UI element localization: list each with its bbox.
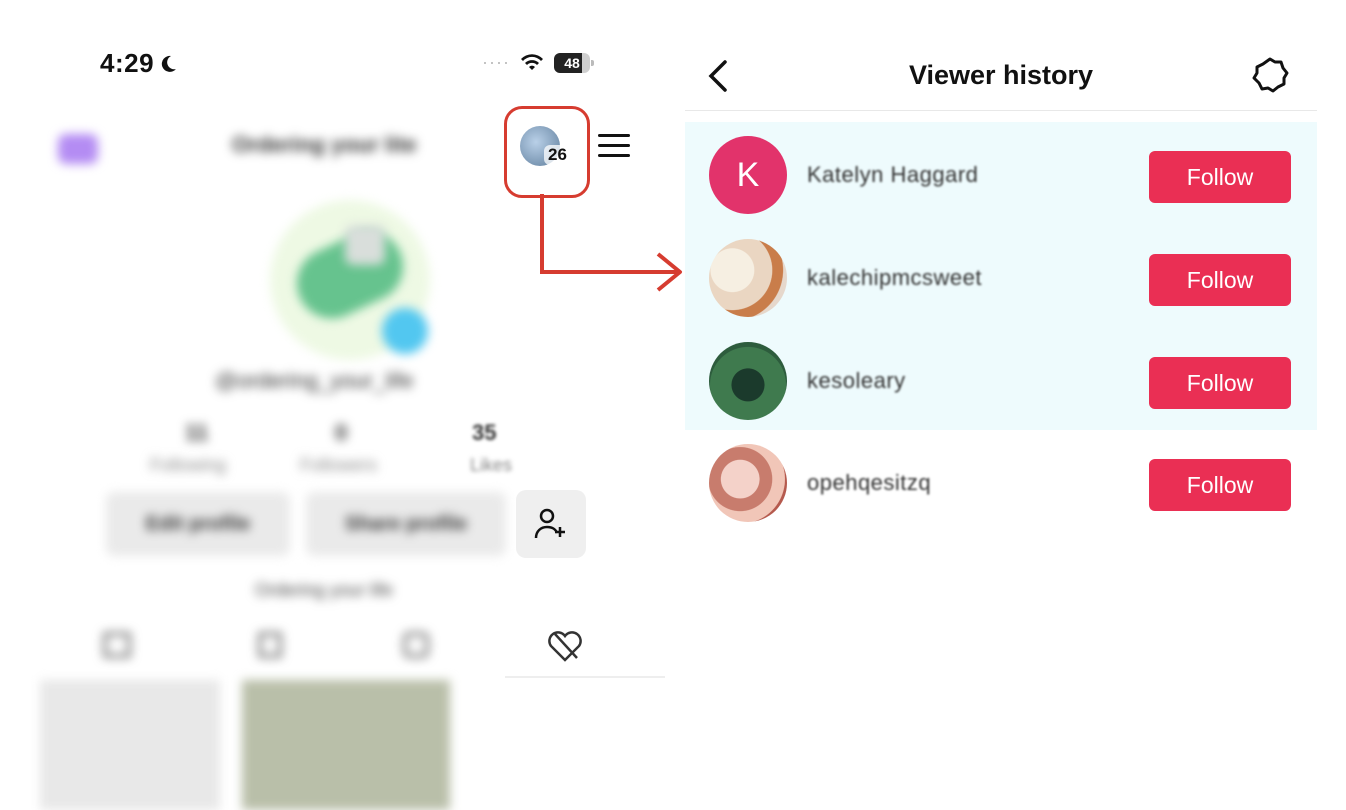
viewer-row[interactable]: kesoleary Follow bbox=[685, 330, 1317, 430]
add-friend-button[interactable] bbox=[516, 490, 586, 558]
annotation-arrow-icon bbox=[540, 194, 682, 292]
avatar[interactable] bbox=[709, 239, 787, 317]
follow-button[interactable]: Follow bbox=[1149, 459, 1291, 511]
status-right: ···· 48 bbox=[482, 52, 594, 73]
menu-icon[interactable] bbox=[598, 134, 630, 160]
viewer-username[interactable]: kesoleary bbox=[807, 368, 906, 394]
tab-divider bbox=[505, 676, 665, 678]
viewer-username[interactable]: opehqesitzq bbox=[807, 470, 931, 496]
clock-text: 4:29 bbox=[100, 48, 155, 78]
viewer-row[interactable]: opehqesitzq Follow bbox=[685, 432, 1317, 532]
avatar-letter: K bbox=[709, 136, 787, 214]
viewer-username[interactable]: kalechipmcsweet bbox=[807, 265, 982, 291]
add-person-icon bbox=[534, 508, 565, 539]
wifi-icon bbox=[520, 53, 543, 70]
stat-following-num: 11 bbox=[185, 420, 209, 445]
stat-following-label: Following bbox=[150, 455, 227, 475]
avatar[interactable] bbox=[709, 444, 787, 522]
viewer-history-header: Viewer history bbox=[685, 40, 1317, 111]
stat-likes-num: 35 bbox=[472, 420, 497, 445]
stat-followers-label: Followers bbox=[300, 455, 378, 475]
profile-title: Ordering your lite bbox=[232, 132, 417, 157]
gear-icon[interactable] bbox=[1251, 56, 1289, 94]
app-logo bbox=[58, 134, 98, 164]
video-thumbnail[interactable] bbox=[40, 680, 220, 810]
stat-likes-label: Likes bbox=[470, 455, 513, 475]
avatar[interactable]: K bbox=[709, 136, 787, 214]
add-story-icon[interactable] bbox=[382, 308, 428, 354]
follow-button[interactable]: Follow bbox=[1149, 254, 1291, 306]
page-title: Viewer history bbox=[908, 60, 1094, 90]
status-time: 4:29 bbox=[100, 48, 178, 79]
avatar[interactable] bbox=[709, 342, 787, 420]
battery-level: 48 bbox=[564, 54, 580, 71]
moon-icon bbox=[161, 55, 177, 72]
liked-videos-icon[interactable] bbox=[545, 628, 585, 664]
profile-handle: @ordering_your_life bbox=[215, 368, 414, 393]
profile-tabs-icons[interactable] bbox=[100, 630, 460, 660]
share-profile-button[interactable]: Share profile bbox=[306, 492, 506, 556]
follow-button[interactable]: Follow bbox=[1149, 357, 1291, 409]
video-thumbnail[interactable] bbox=[242, 680, 450, 810]
viewer-row[interactable]: kalechipmcsweet Follow bbox=[685, 227, 1317, 327]
viewer-row[interactable]: K Katelyn Haggard Follow bbox=[685, 124, 1317, 224]
profile-bio: Ordering your life bbox=[255, 580, 394, 600]
stat-followers-num: 0 bbox=[335, 420, 348, 445]
edit-profile-button[interactable]: Edit profile bbox=[106, 492, 290, 556]
viewer-username[interactable]: Katelyn Haggard bbox=[807, 162, 978, 188]
profile-avatar-shape-2 bbox=[345, 225, 385, 265]
signal-icon: ···· bbox=[482, 52, 510, 72]
viewers-count-badge: 26 bbox=[544, 145, 571, 165]
follow-button[interactable]: Follow bbox=[1149, 151, 1291, 203]
battery-icon: 48 bbox=[553, 52, 594, 73]
